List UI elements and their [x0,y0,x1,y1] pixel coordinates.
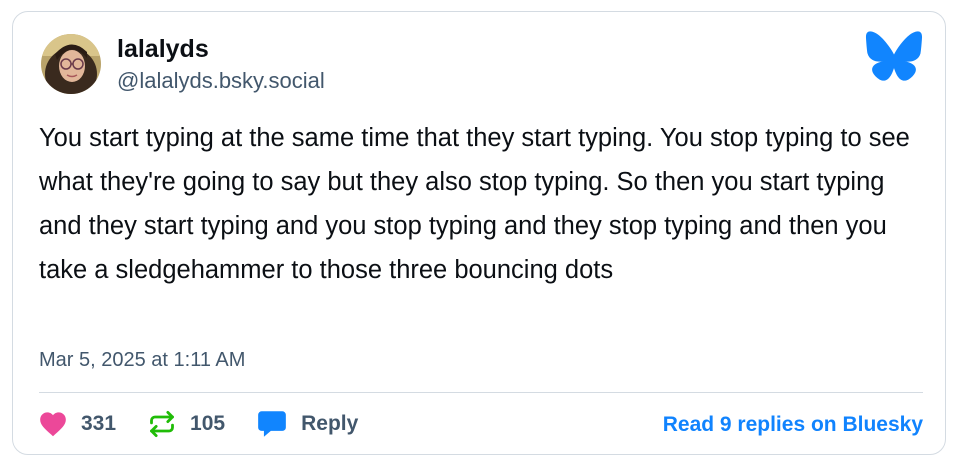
post-timestamp[interactable]: Mar 5, 2025 at 1:11 AM [39,347,245,373]
repost-button[interactable]: 105 [148,410,225,438]
like-button[interactable]: 331 [39,411,116,437]
speech-bubble-icon [257,410,287,438]
post-text: You start typing at the same time that t… [39,124,910,284]
post-embed-card[interactable]: lalalyds @lalalyds.bsky.social You start… [12,11,946,455]
action-bar: 331 105 Reply [39,408,390,440]
reply-button[interactable]: Reply [257,410,358,438]
bluesky-butterfly-icon[interactable] [865,30,923,82]
like-count: 331 [81,412,117,435]
heart-icon [39,411,67,437]
repost-count: 105 [190,412,226,435]
read-replies-link[interactable]: Read 9 replies on Bluesky [663,412,923,438]
reply-label: Reply [301,412,359,435]
divider [39,392,923,393]
avatar-image [41,34,101,94]
avatar[interactable] [41,34,101,94]
user-handle[interactable]: @lalalyds.bsky.social [117,67,325,95]
repost-icon [148,410,176,438]
display-name[interactable]: lalalyds [117,34,209,64]
